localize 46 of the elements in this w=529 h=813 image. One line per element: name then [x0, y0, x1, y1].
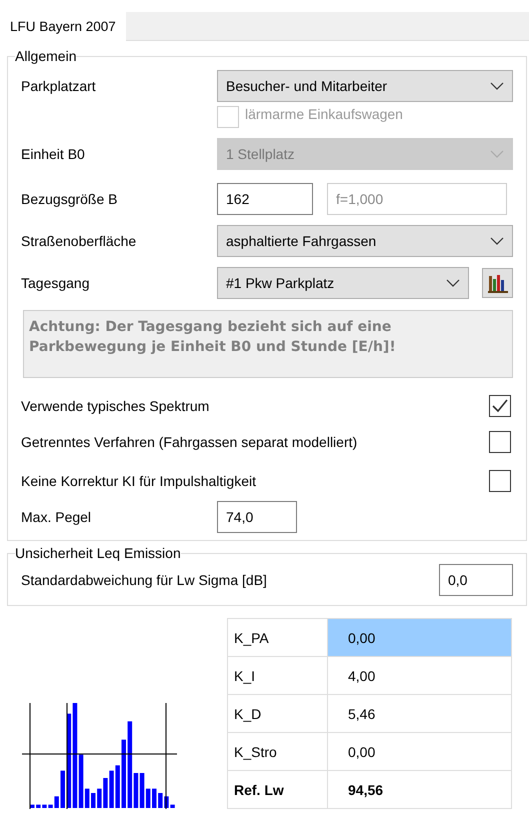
- table-cell: K_I: [228, 656, 328, 694]
- table-cell: K_PA: [228, 618, 328, 656]
- checkbox[interactable]: [489, 395, 511, 417]
- checkbox[interactable]: [489, 431, 511, 453]
- field-label: Tagesgang: [21, 275, 91, 291]
- input-field[interactable]: 74,0: [217, 501, 297, 533]
- dropdown[interactable]: asphaltierte Fahrgassen: [217, 225, 513, 257]
- chart-bar: [30, 804, 34, 808]
- table-cell[interactable]: 94,56: [328, 770, 512, 808]
- chart-bar: [91, 793, 96, 808]
- field-label: Straßenoberfläche: [21, 233, 138, 249]
- field-label: Max. Pegel: [21, 509, 92, 525]
- dropdown[interactable]: Besucher- und Mitarbeiter: [217, 70, 513, 102]
- table-cell[interactable]: 4,00: [328, 656, 512, 694]
- bar-chart-icon: [488, 273, 508, 293]
- checkbox-label: lärmarme Einkaufswagen: [245, 106, 403, 122]
- checkbox[interactable]: [489, 470, 511, 492]
- option-label: Verwende typisches Spektrum: [21, 398, 210, 414]
- chevron-down-icon: [446, 279, 460, 287]
- option-label: Getrenntes Verfahren (Fahrgassen separat modelliert): [21, 434, 358, 450]
- option-label: Keine Korrektur KI für Impulshaltigkeit: [21, 473, 257, 489]
- table-cell: K_Stro: [228, 732, 328, 770]
- field-label: Parkplatzart: [21, 78, 97, 94]
- table-cell: K_D: [228, 694, 328, 732]
- chart-button[interactable]: [482, 268, 513, 298]
- chart-bar: [152, 788, 156, 808]
- checkmark-icon: [492, 399, 508, 413]
- table-cell[interactable]: 0,00: [328, 732, 512, 770]
- warning-note: Achtung: Der Tagesgang bezieht sich auf eine Parkbewegung je Einheit B0 und Stunde [E/h]!: [23, 310, 513, 378]
- input-field[interactable]: f=1,000: [327, 183, 507, 215]
- chevron-down-icon: [490, 150, 504, 158]
- chevron-down-icon: [490, 82, 504, 90]
- input-field[interactable]: 162: [217, 183, 313, 215]
- group-title: Allgemein: [15, 48, 76, 64]
- table-cell: Ref. Lw: [228, 770, 328, 808]
- table-cell[interactable]: 5,46: [328, 694, 512, 732]
- table-cell[interactable]: 0,00: [328, 618, 512, 656]
- chart-bar: [122, 740, 126, 808]
- dropdown[interactable]: #1 Pkw Parkplatz: [217, 267, 469, 299]
- group-title: Unsicherheit Leq Emission: [15, 545, 181, 561]
- field-label: Einheit B0: [21, 146, 86, 162]
- chevron-down-icon: [490, 237, 504, 245]
- chart-bar: [60, 770, 65, 808]
- field-label: Standardabweichung für Lw Sigma [dB]: [21, 572, 268, 588]
- field-label: Bezugsgröße B: [21, 191, 118, 207]
- input-field[interactable]: 0,0: [439, 564, 513, 596]
